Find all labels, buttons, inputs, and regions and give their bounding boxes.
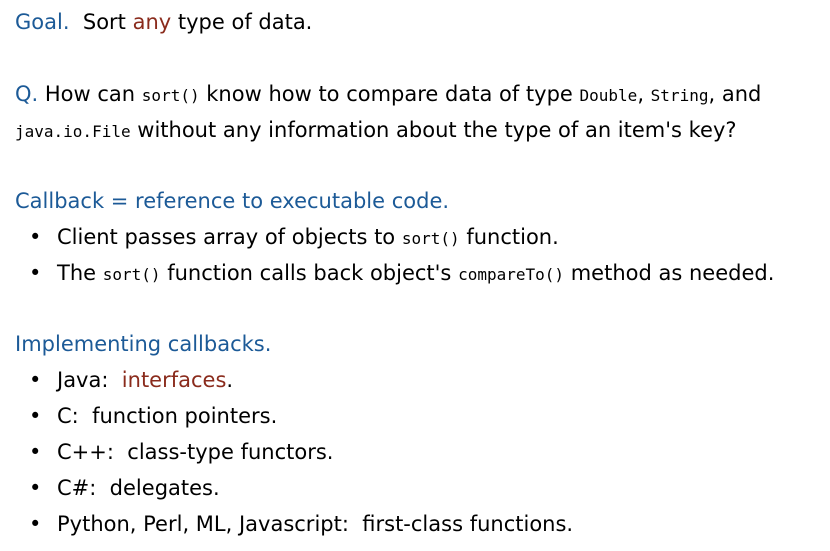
question-section: Q. How can sort() know how to compare da… — [15, 76, 820, 148]
bullet-icon: • — [29, 261, 42, 285]
question-line-2: java.io.File without any information abo… — [15, 112, 820, 148]
implementing-java-label: Java: — [57, 368, 122, 392]
goal-text-before: Sort — [82, 10, 133, 34]
implementing-item-c: • C: function pointers. — [15, 398, 820, 434]
callback-list: • Client passes array of objects to sort… — [15, 219, 820, 291]
question-code-string: String — [650, 86, 709, 105]
implementing-list: • Java: interfaces. • C: function pointe… — [15, 362, 820, 542]
callback-item-2-text-b: function calls back object's — [160, 261, 459, 285]
question-text-c: , — [637, 82, 651, 106]
implementing-item-text: C: function pointers. — [57, 404, 278, 428]
goal-line: Goal. Sort any type of data. — [15, 4, 820, 40]
callback-item-1-code: sort() — [401, 229, 460, 248]
implementing-java-value: interfaces — [121, 368, 227, 392]
question-text-a: How can — [38, 82, 142, 106]
callback-item-1: • Client passes array of objects to sort… — [15, 219, 820, 255]
question-text-b: know how to compare data of type — [199, 82, 580, 106]
bullet-icon: • — [29, 225, 42, 249]
bullet-icon: • — [29, 476, 42, 500]
goal-text-after: type of data. — [171, 10, 313, 34]
bullet-icon: • — [29, 368, 42, 392]
question-text-e: without any information about the type o… — [130, 118, 737, 142]
implementing-section: Implementing callbacks. • Java: interfac… — [15, 326, 820, 542]
implementing-item-cpp: • C++: class-type functors. — [15, 434, 820, 470]
implementing-heading: Implementing callbacks. — [15, 332, 272, 356]
implementing-item-python: • Python, Perl, ML, Javascript: first-cl… — [15, 506, 820, 542]
implementing-item-text: C#: delegates. — [57, 476, 220, 500]
callback-item-1-text-a: Client passes array of objects to — [57, 225, 402, 249]
question-code-file: java.io.File — [15, 122, 131, 141]
bullet-icon: • — [29, 404, 42, 428]
bullet-icon: • — [29, 512, 42, 536]
goal-heading: Goal. — [15, 10, 70, 34]
callback-item-2: • The sort() function calls back object'… — [15, 255, 820, 291]
implementing-item-java: • Java: interfaces. — [15, 362, 820, 398]
goal-section: Goal. Sort any type of data. — [15, 4, 820, 40]
question-heading: Q. — [15, 82, 39, 106]
callback-item-2-text-a: The — [57, 261, 103, 285]
callback-item-2-code-compareto: compareTo() — [458, 265, 565, 284]
implementing-item-csharp: • C#: delegates. — [15, 470, 820, 506]
callback-item-2-text-c: method as needed. — [564, 261, 775, 285]
question-code-double: Double — [579, 86, 638, 105]
question-line-1: Q. How can sort() know how to compare da… — [15, 76, 820, 112]
implementing-item-text: Python, Perl, ML, Javascript: first-clas… — [57, 512, 574, 536]
callback-item-2-code-sort: sort() — [102, 265, 161, 284]
callback-section: Callback = reference to executable code.… — [15, 183, 820, 291]
implementing-item-text: C++: class-type functors. — [57, 440, 334, 464]
callback-item-1-text-b: function. — [459, 225, 559, 249]
question-text-d: , and — [708, 82, 762, 106]
question-code-sort: sort() — [141, 86, 200, 105]
callback-heading: Callback = reference to executable code. — [15, 189, 450, 213]
goal-highlight: any — [132, 10, 172, 34]
bullet-icon: • — [29, 440, 42, 464]
implementing-java-period: . — [226, 368, 234, 392]
